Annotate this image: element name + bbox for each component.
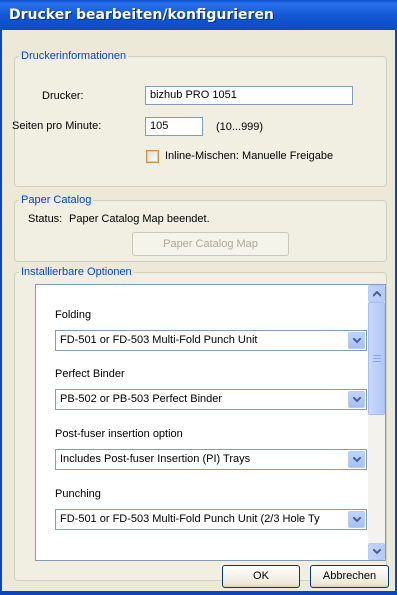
printer-label: Drucker: [42, 90, 84, 102]
punching-value: FD-501 or FD-503 Multi-Fold Punch Unit (… [60, 513, 320, 525]
perfect-binder-value: PB-502 or PB-503 Perfect Binder [60, 393, 223, 405]
printer-name-field[interactable]: bizhub PRO 1051 [145, 86, 353, 105]
catalog-status-value: Paper Catalog Map beendet. [69, 213, 210, 225]
post-fuser-select[interactable]: Includes Post-fuser Insertion (PI) Trays [55, 449, 367, 470]
paper-catalog-map-button[interactable]: Paper Catalog Map [132, 232, 289, 256]
option-label-perfect-binder: Perfect Binder [55, 368, 125, 380]
title-bar[interactable]: Drucker bearbeiten/konfigurieren [0, 0, 397, 30]
punching-select[interactable]: FD-501 or FD-503 Multi-Fold Punch Unit (… [55, 509, 367, 530]
vertical-scrollbar[interactable] [368, 285, 385, 560]
folding-value: FD-501 or FD-503 Multi-Fold Punch Unit [60, 334, 258, 346]
ok-button[interactable]: OK [222, 565, 300, 588]
chevron-down-icon[interactable] [348, 511, 365, 528]
scroll-up-button[interactable] [368, 285, 385, 302]
installable-options-legend: Installierbare Optionen [21, 266, 132, 278]
cancel-button[interactable]: Abbrechen [310, 565, 389, 588]
scroll-down-button[interactable] [368, 543, 385, 560]
pages-per-minute-range: (10...999) [216, 121, 264, 133]
perfect-binder-select[interactable]: PB-502 or PB-503 Perfect Binder [55, 389, 367, 410]
options-list[interactable]: Folding FD-501 or FD-503 Multi-Fold Punc… [35, 284, 386, 561]
chevron-down-icon[interactable] [348, 332, 365, 349]
option-label-folding: Folding [55, 309, 92, 321]
chevron-down-icon[interactable] [348, 451, 365, 468]
post-fuser-value: Includes Post-fuser Insertion (PI) Trays [60, 453, 251, 465]
option-label-post-fuser: Post-fuser insertion option [55, 428, 183, 440]
option-label-punching: Punching [55, 488, 101, 500]
pages-per-minute-field[interactable]: 105 [145, 117, 203, 136]
inline-mixing-label: Inline-Mischen: Manuelle Freigabe [165, 150, 334, 162]
printer-info-legend: Druckerinformationen [21, 50, 127, 62]
inline-mixing-checkbox[interactable] [146, 150, 159, 163]
scrollbar-thumb[interactable] [368, 302, 385, 415]
folding-select[interactable]: FD-501 or FD-503 Multi-Fold Punch Unit [55, 330, 367, 351]
chevron-down-icon[interactable] [348, 391, 365, 408]
pages-per-minute-label: Seiten pro Minute: [12, 120, 102, 132]
paper-catalog-legend: Paper Catalog [21, 194, 92, 206]
catalog-status-label: Status: [28, 213, 63, 225]
window-title: Drucker bearbeiten/konfigurieren [9, 7, 274, 23]
